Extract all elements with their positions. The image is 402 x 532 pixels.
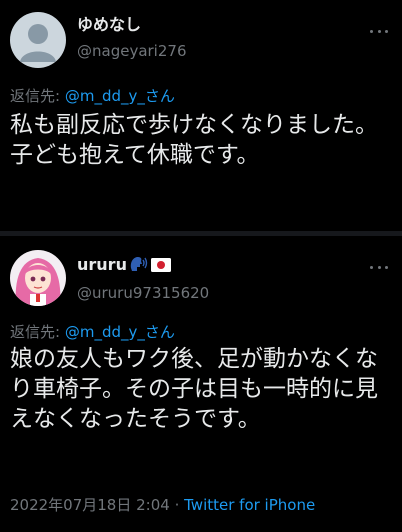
display-name[interactable]: ゆめなし	[77, 11, 141, 35]
reply-mention-link[interactable]: @m_dd_y_さん	[65, 323, 175, 341]
reply-prefix: 返信先:	[10, 323, 65, 341]
display-name-text: ururu	[77, 255, 127, 274]
user-avatar[interactable]	[10, 250, 66, 306]
tweet-1[interactable]: ゆめなし @nageyari276 返信先: @m_dd_y_さん 私も副反応で…	[0, 0, 402, 231]
tweet-source-link[interactable]: Twitter for iPhone	[184, 496, 315, 514]
speaking-head-icon	[130, 256, 148, 276]
tweet-2[interactable]: ururu @ururu97315620 返信先: @m_dd_y_さん 娘の友…	[0, 236, 402, 532]
tweet-timestamp[interactable]: 2022年07月18日 2:04	[10, 496, 170, 514]
meta-separator: ·	[169, 496, 185, 514]
reply-context: 返信先: @m_dd_y_さん	[10, 85, 175, 106]
display-name[interactable]: ururu	[77, 255, 171, 276]
reply-mention-link[interactable]: @m_dd_y_さん	[65, 87, 175, 105]
japan-flag-icon	[150, 257, 171, 276]
more-options-icon[interactable]	[370, 30, 388, 34]
reply-context: 返信先: @m_dd_y_さん	[10, 321, 175, 342]
user-handle[interactable]: @nageyari276	[77, 42, 186, 60]
user-handle[interactable]: @ururu97315620	[77, 284, 209, 302]
tweet-text: 娘の友人もワク後、足が動かなくなり車椅子。その子は目も一時的に見えなくなったそう…	[10, 346, 378, 432]
default-avatar[interactable]	[10, 12, 66, 68]
more-options-icon[interactable]	[370, 266, 388, 270]
tweet-text: 私も副反応で歩けなくなりました。子ども抱えて休職です。	[10, 112, 378, 168]
tweet-metadata: 2022年07月18日 2:04 · Twitter for iPhone	[10, 494, 315, 515]
reply-prefix: 返信先:	[10, 87, 65, 105]
